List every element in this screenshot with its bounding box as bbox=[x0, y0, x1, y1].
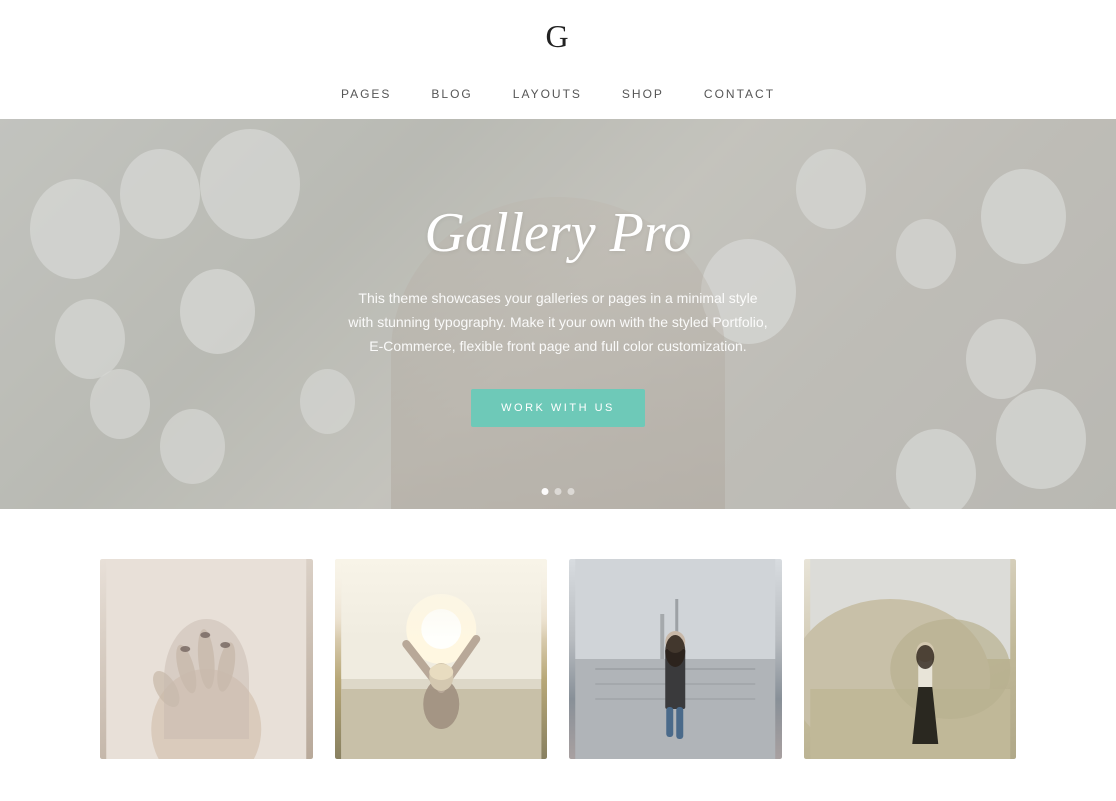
nav-item-blog[interactable]: BLOG bbox=[431, 87, 472, 101]
hero-dots bbox=[542, 488, 575, 495]
hero-dot-3[interactable] bbox=[568, 488, 575, 495]
gallery-item-3[interactable] bbox=[569, 559, 782, 759]
gallery-section bbox=[0, 509, 1116, 759]
nav-item-pages[interactable]: PAGES bbox=[341, 87, 391, 101]
gallery-item-2[interactable] bbox=[335, 559, 548, 759]
gallery-image-1 bbox=[100, 559, 313, 759]
gallery-image-2 bbox=[335, 559, 548, 759]
gallery-grid bbox=[100, 559, 1016, 759]
site-header: G PAGES BLOG LAYOUTS SHOP CONTACT bbox=[0, 0, 1116, 119]
hero-dot-2[interactable] bbox=[555, 488, 562, 495]
gallery-item-4[interactable] bbox=[804, 559, 1017, 759]
nav-item-shop[interactable]: SHOP bbox=[622, 87, 664, 101]
hero-dot-1[interactable] bbox=[542, 488, 549, 495]
work-with-us-button[interactable]: WORK WITH US bbox=[471, 389, 645, 427]
nav-item-layouts[interactable]: LAYOUTS bbox=[513, 87, 582, 101]
main-nav: PAGES BLOG LAYOUTS SHOP CONTACT bbox=[341, 73, 775, 119]
hero-section: Gallery Pro This theme showcases your ga… bbox=[0, 119, 1116, 509]
hero-subtitle: This theme showcases your galleries or p… bbox=[348, 287, 768, 358]
hero-title: Gallery Pro bbox=[425, 201, 692, 265]
site-logo: G bbox=[545, 18, 570, 55]
hero-content: Gallery Pro This theme showcases your ga… bbox=[148, 201, 968, 426]
nav-item-contact[interactable]: CONTACT bbox=[704, 87, 775, 101]
gallery-item-1[interactable] bbox=[100, 559, 313, 759]
gallery-image-4 bbox=[804, 559, 1017, 759]
gallery-image-3 bbox=[569, 559, 782, 759]
